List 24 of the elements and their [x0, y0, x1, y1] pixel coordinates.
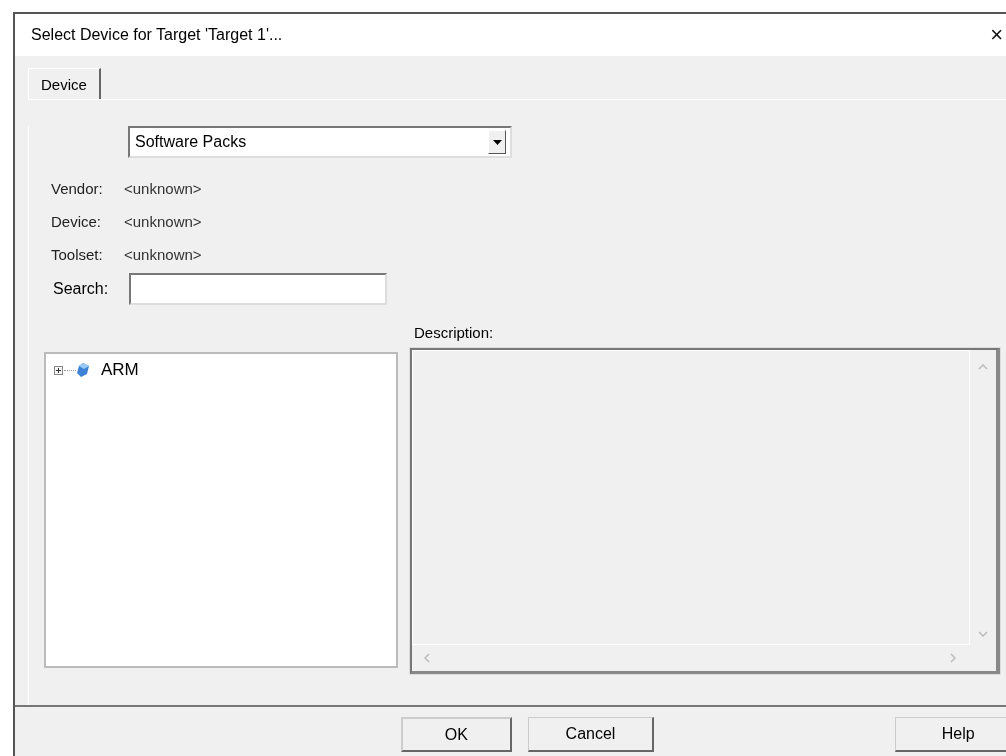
tab[interactable]: Device — [28, 68, 101, 99]
window-title: Select Device for Target 'Target 1'... — [31, 26, 283, 44]
info-label: Device: — [51, 213, 103, 230]
info-label: Vendor: — [51, 180, 104, 197]
info-value: <unknown> — [124, 246, 202, 263]
expand-icon[interactable] — [54, 365, 63, 375]
scroll-right-icon[interactable] — [950, 653, 956, 663]
dropdown-arrow-icon — [492, 139, 502, 145]
tree-item[interactable]: ARM — [101, 360, 139, 380]
close-button[interactable]: × — [990, 22, 1003, 48]
scroll-down-icon[interactable] — [978, 631, 988, 637]
source-dropdown[interactable]: Software Packs — [128, 126, 512, 158]
chip-icon — [77, 363, 89, 377]
info-value: <unknown> — [124, 180, 202, 197]
search-field[interactable] — [129, 273, 387, 305]
info-value: <unknown> — [124, 213, 202, 230]
scroll-up-icon[interactable] — [978, 364, 988, 370]
description-label: Description: — [414, 324, 494, 341]
help-button[interactable]: Help — [894, 717, 1006, 752]
dialog-button[interactable]: OK — [401, 717, 512, 752]
dialog-button[interactable]: Cancel — [527, 717, 655, 752]
scroll-left-icon[interactable] — [424, 653, 430, 663]
info-label: Toolset: — [51, 246, 104, 263]
search-label: Search: — [53, 280, 110, 298]
